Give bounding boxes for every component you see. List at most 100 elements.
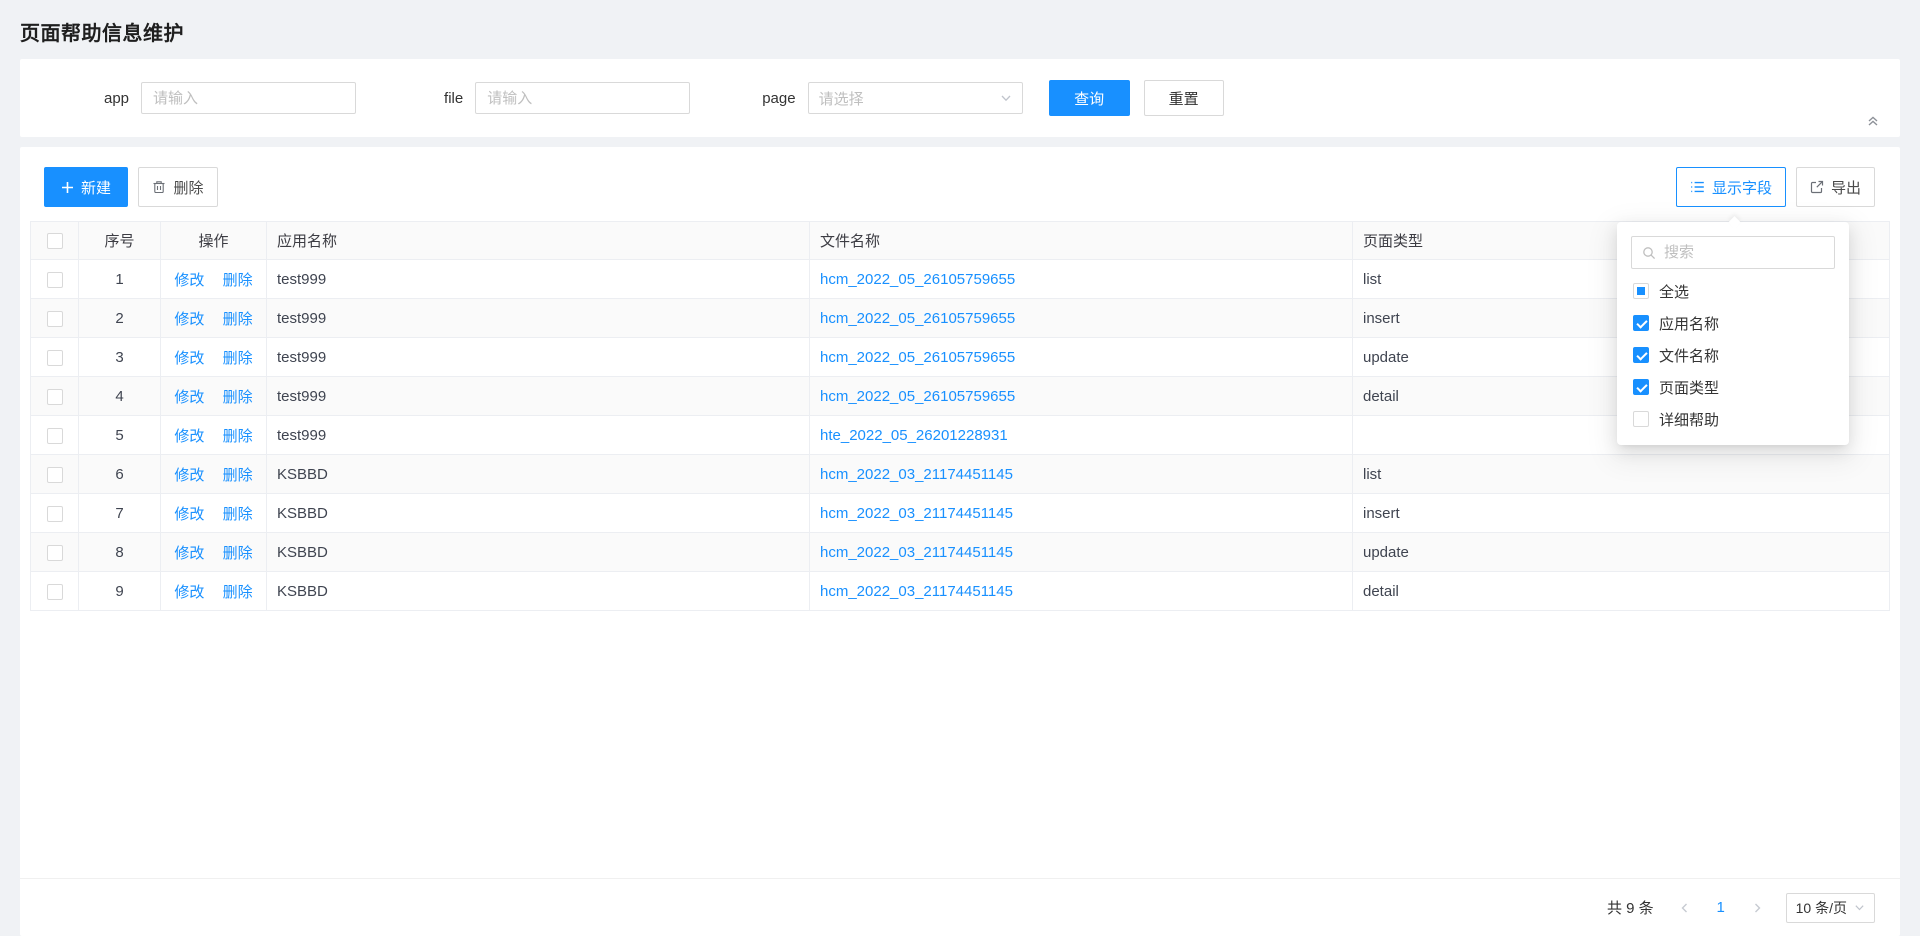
header-index: 序号 <box>79 222 161 260</box>
show-columns-button[interactable]: 显示字段 <box>1676 167 1786 207</box>
edit-link[interactable]: 修改 <box>174 389 204 406</box>
page-type-cell: insert <box>1353 494 1890 533</box>
filter-item-file: file <box>444 82 690 114</box>
delete-link[interactable]: 删除 <box>223 389 253 406</box>
app-input[interactable] <box>141 82 356 114</box>
file-link[interactable]: hcm_2022_05_26105759655 <box>820 388 1015 405</box>
edit-link[interactable]: 修改 <box>174 311 204 328</box>
edit-link[interactable]: 修改 <box>174 545 204 562</box>
popover-search-input[interactable] <box>1664 244 1824 261</box>
column-option-checkbox[interactable] <box>1633 379 1649 395</box>
toolbar: 新建 删除 <box>20 147 1900 221</box>
column-popover-list: 全选 应用名称 文件名称 页面类型 详细帮助 <box>1631 275 1835 435</box>
edit-link[interactable]: 修改 <box>174 428 204 445</box>
app-name-cell: test999 <box>267 377 810 416</box>
row-index: 2 <box>79 299 161 338</box>
pagination: 共 9 条 1 10 条/页 <box>20 878 1900 936</box>
file-label: file <box>444 90 463 107</box>
table-row: 6 修改 删除 KSBBD hcm_2022_03_21174451145 li… <box>31 455 1890 494</box>
edit-link[interactable]: 修改 <box>174 506 204 523</box>
file-link[interactable]: hte_2022_05_26201228931 <box>820 427 1008 444</box>
reset-button[interactable]: 重置 <box>1144 80 1224 116</box>
create-button-label: 新建 <box>81 177 111 198</box>
row-index: 6 <box>79 455 161 494</box>
table-row: 7 修改 删除 KSBBD hcm_2022_03_21174451145 in… <box>31 494 1890 533</box>
file-link[interactable]: hcm_2022_03_21174451145 <box>820 583 1013 600</box>
column-settings-popover: 全选 应用名称 文件名称 页面类型 详细帮助 <box>1617 222 1849 445</box>
select-all-rows-checkbox[interactable] <box>47 233 63 249</box>
data-table: 序号 操作 应用名称 文件名称 页面类型 1 修改 删除 <box>30 221 1890 611</box>
table-row: 4 修改 删除 test999 hcm_2022_05_26105759655 … <box>31 377 1890 416</box>
chevron-down-icon <box>1854 902 1865 913</box>
edit-link[interactable]: 修改 <box>174 467 204 484</box>
delete-button[interactable]: 删除 <box>138 167 218 207</box>
page-number-current[interactable]: 1 <box>1706 893 1736 923</box>
file-link[interactable]: hcm_2022_05_26105759655 <box>820 271 1015 288</box>
column-option[interactable]: 全选 <box>1631 275 1835 307</box>
column-option[interactable]: 页面类型 <box>1631 371 1835 403</box>
show-columns-label: 显示字段 <box>1712 177 1772 198</box>
row-checkbox[interactable] <box>47 389 63 405</box>
row-checkbox[interactable] <box>47 506 63 522</box>
row-index: 8 <box>79 533 161 572</box>
double-chevron-up-icon[interactable] <box>1862 110 1884 132</box>
popover-search-box[interactable] <box>1631 236 1835 269</box>
file-link[interactable]: hcm_2022_03_21174451145 <box>820 505 1013 522</box>
filter-panel: app file page 请选择 查询 重置 <box>20 59 1900 137</box>
row-checkbox[interactable] <box>47 272 63 288</box>
file-link[interactable]: hcm_2022_05_26105759655 <box>820 349 1015 366</box>
export-button[interactable]: 导出 <box>1796 167 1875 207</box>
app-name-cell: KSBBD <box>267 533 810 572</box>
column-option-checkbox[interactable] <box>1633 315 1649 331</box>
delete-link[interactable]: 删除 <box>223 506 253 523</box>
page-type-cell: update <box>1353 533 1890 572</box>
edit-link[interactable]: 修改 <box>174 350 204 367</box>
column-option-checkbox[interactable] <box>1633 283 1649 299</box>
query-button[interactable]: 查询 <box>1049 80 1130 116</box>
column-option[interactable]: 应用名称 <box>1631 307 1835 339</box>
column-option-checkbox[interactable] <box>1633 411 1649 427</box>
header-app-name: 应用名称 <box>267 222 810 260</box>
page-size-select[interactable]: 10 条/页 <box>1786 893 1875 923</box>
delete-link[interactable]: 删除 <box>223 428 253 445</box>
create-button[interactable]: 新建 <box>44 167 128 207</box>
app-name-cell: test999 <box>267 416 810 455</box>
row-index: 3 <box>79 338 161 377</box>
row-checkbox[interactable] <box>47 428 63 444</box>
previous-page-button[interactable] <box>1670 893 1700 923</box>
file-input[interactable] <box>475 82 690 114</box>
column-option-checkbox[interactable] <box>1633 347 1649 363</box>
column-option[interactable]: 详细帮助 <box>1631 403 1835 435</box>
page-select[interactable]: 请选择 <box>808 82 1023 114</box>
row-checkbox[interactable] <box>47 350 63 366</box>
table-row: 3 修改 删除 test999 hcm_2022_05_26105759655 … <box>31 338 1890 377</box>
unordered-list-icon <box>1690 180 1705 194</box>
toolbar-right: 显示字段 导出 <box>1676 167 1875 207</box>
column-option-label: 详细帮助 <box>1659 409 1719 430</box>
row-checkbox[interactable] <box>47 584 63 600</box>
delete-link[interactable]: 删除 <box>223 467 253 484</box>
export-icon <box>1810 180 1824 194</box>
file-link[interactable]: hcm_2022_03_21174451145 <box>820 466 1013 483</box>
page-type-cell: list <box>1353 455 1890 494</box>
chevron-right-icon <box>1751 902 1763 914</box>
app-name-cell: KSBBD <box>267 494 810 533</box>
delete-link[interactable]: 删除 <box>223 272 253 289</box>
header-file-name: 文件名称 <box>810 222 1353 260</box>
row-index: 9 <box>79 572 161 611</box>
row-checkbox[interactable] <box>47 545 63 561</box>
delete-link[interactable]: 删除 <box>223 311 253 328</box>
row-checkbox[interactable] <box>47 467 63 483</box>
edit-link[interactable]: 修改 <box>174 272 204 289</box>
app-name-cell: test999 <box>267 260 810 299</box>
delete-link[interactable]: 删除 <box>223 584 253 601</box>
next-page-button[interactable] <box>1742 893 1772 923</box>
column-option[interactable]: 文件名称 <box>1631 339 1835 371</box>
export-button-label: 导出 <box>1831 177 1861 198</box>
delete-link[interactable]: 删除 <box>223 350 253 367</box>
row-checkbox[interactable] <box>47 311 63 327</box>
edit-link[interactable]: 修改 <box>174 584 204 601</box>
file-link[interactable]: hcm_2022_05_26105759655 <box>820 310 1015 327</box>
file-link[interactable]: hcm_2022_03_21174451145 <box>820 544 1013 561</box>
delete-link[interactable]: 删除 <box>223 545 253 562</box>
